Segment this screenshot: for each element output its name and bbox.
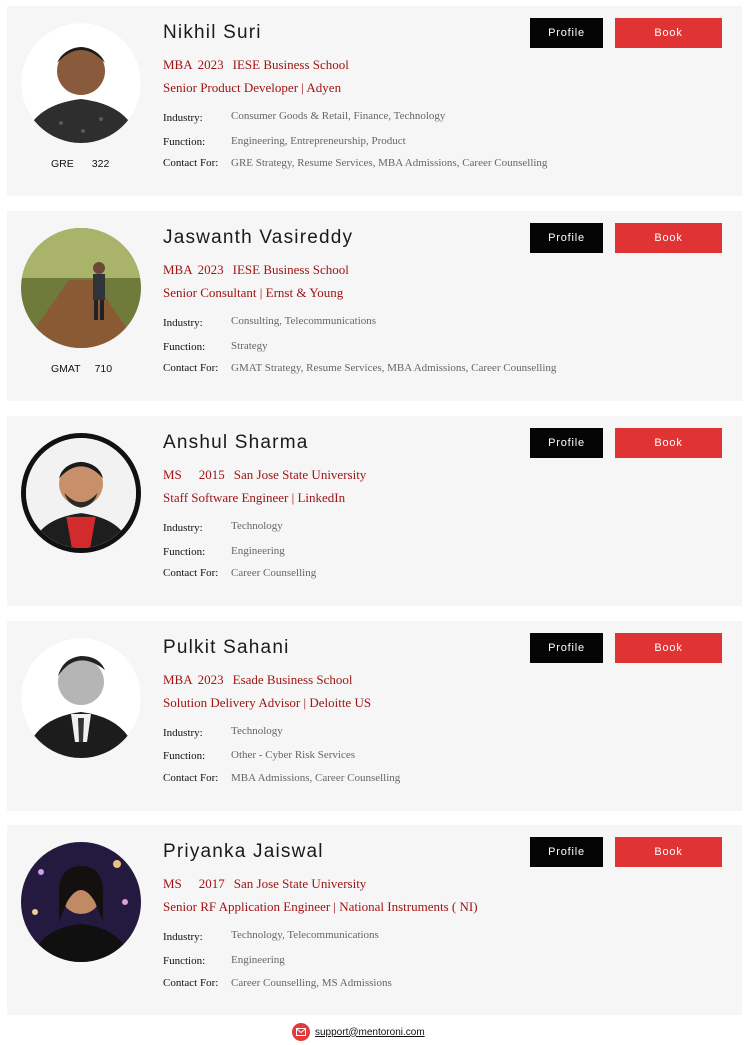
profile-button[interactable]: Profile — [530, 428, 603, 458]
education: MBA 2023 IESE Business School — [163, 262, 349, 278]
book-button[interactable]: Book — [615, 428, 722, 458]
function-value: Engineering, Entrepreneurship, Product — [231, 135, 406, 147]
avatar — [21, 228, 141, 348]
contact-value: Career Counselling — [231, 567, 317, 579]
graduation-year: 2023 — [197, 262, 224, 277]
contact-label: Contact For: — [163, 362, 219, 374]
education: MS 2017 San Jose State University — [163, 876, 366, 892]
mentor-name: Anshul Sharma — [163, 432, 309, 453]
test-score-value: 322 — [91, 158, 110, 170]
function-label: Function: — [163, 750, 206, 762]
mentor-card: Priyanka Jaiswal MS 2017 San Jose State Un… — [7, 825, 742, 1015]
avatar — [21, 638, 141, 758]
mail-icon — [292, 1023, 310, 1041]
education: MS 2015 San Jose State University — [163, 467, 366, 483]
contact-label: Contact For: — [163, 772, 219, 784]
contact-value: MBA Admissions, Career Counselling — [231, 772, 401, 784]
job-title: Senior RF Application Engineer | Nationa… — [163, 899, 478, 914]
profile-button[interactable]: Profile — [530, 837, 603, 867]
mentor-card: GMAT 710 Jaswanth Vasireddy MBA 2023 IESE B… — [7, 211, 742, 401]
graduation-year: 2023 — [197, 672, 224, 687]
function-value: Engineering — [231, 545, 285, 557]
profile-button[interactable]: Profile — [530, 18, 603, 48]
function-value: Other - Cyber Risk Services — [231, 749, 356, 761]
mentor-name: Pulkit Sahani — [163, 637, 290, 658]
contact-value: Career Counselling, MS Admissions — [231, 977, 392, 989]
book-button[interactable]: Book — [615, 18, 722, 48]
industry-value: Consulting, Telecommunications — [231, 315, 377, 327]
school: Esade Business School — [232, 672, 353, 687]
test-score: GRE 322 — [51, 158, 121, 170]
avatar — [21, 433, 141, 553]
degree: MBA — [163, 672, 193, 687]
school: San Jose State University — [233, 467, 367, 482]
job-title: Staff Software Engineer | LinkedIn — [163, 490, 346, 505]
industry-value: Technology, Telecommunications — [231, 929, 379, 941]
mentor-card: Anshul Sharma MS 2015 San Jose State Unive… — [7, 416, 742, 606]
test-name: GRE — [51, 158, 74, 170]
industry-value: Technology — [231, 725, 283, 737]
industry-label: Industry: — [163, 727, 203, 739]
contact-label: Contact For: — [163, 567, 219, 579]
school: San Jose State University — [233, 876, 367, 891]
job-title: Solution Delivery Advisor | Deloitte US — [163, 695, 372, 710]
avatar — [21, 23, 141, 143]
contact-value: GRE Strategy, Resume Services, MBA Admis… — [231, 157, 548, 169]
industry-label: Industry: — [163, 522, 203, 534]
graduation-year: 2017 — [198, 876, 225, 891]
industry-label: Industry: — [163, 931, 203, 943]
function-label: Function: — [163, 341, 206, 353]
test-name: GMAT — [51, 363, 81, 375]
job-title: Senior Product Developer | Adyen — [163, 80, 342, 95]
industry-label: Industry: — [163, 112, 203, 124]
mentor-card: Pulkit Sahani MBA 2023 Esade Business Scho… — [7, 621, 742, 811]
test-score-value: 710 — [94, 363, 113, 375]
degree: MBA — [163, 262, 193, 277]
profile-button[interactable]: Profile — [530, 633, 603, 663]
mentor-name: Nikhil Suri — [163, 22, 262, 43]
industry-label: Industry: — [163, 317, 203, 329]
mentor-name: Priyanka Jaiswal — [163, 841, 324, 862]
function-label: Function: — [163, 136, 206, 148]
school: IESE Business School — [232, 262, 349, 277]
function-value: Strategy — [231, 340, 268, 352]
degree: MBA — [163, 57, 193, 72]
function-value: Engineering — [231, 954, 285, 966]
job-title: Senior Consultant | Ernst & Young — [163, 285, 344, 300]
function-label: Function: — [163, 546, 206, 558]
footer: support@mentoroni.com — [292, 1022, 425, 1042]
industry-value: Technology — [231, 520, 283, 532]
function-label: Function: — [163, 955, 206, 967]
degree: MS — [163, 876, 182, 891]
graduation-year: 2015 — [198, 467, 225, 482]
mentor-name: Jaswanth Vasireddy — [163, 227, 354, 248]
support-email-link[interactable]: support@mentoroni.com — [315, 1027, 425, 1038]
book-button[interactable]: Book — [615, 223, 722, 253]
contact-label: Contact For: — [163, 157, 219, 169]
industry-value: Consumer Goods & Retail, Finance, Techno… — [231, 110, 446, 122]
avatar — [21, 842, 141, 962]
mentor-card: GRE 322 Nikhil Suri MBA 2023 IESE Business … — [7, 6, 742, 196]
profile-button[interactable]: Profile — [530, 223, 603, 253]
contact-label: Contact For: — [163, 977, 219, 989]
education: MBA 2023 IESE Business School — [163, 57, 349, 73]
contact-value: GMAT Strategy, Resume Services, MBA Admi… — [231, 362, 557, 374]
book-button[interactable]: Book — [615, 837, 722, 867]
test-score: GMAT 710 — [51, 363, 121, 375]
book-button[interactable]: Book — [615, 633, 722, 663]
school: IESE Business School — [232, 57, 349, 72]
graduation-year: 2023 — [197, 57, 224, 72]
education: MBA 2023 Esade Business School — [163, 672, 353, 688]
degree: MS — [163, 467, 182, 482]
